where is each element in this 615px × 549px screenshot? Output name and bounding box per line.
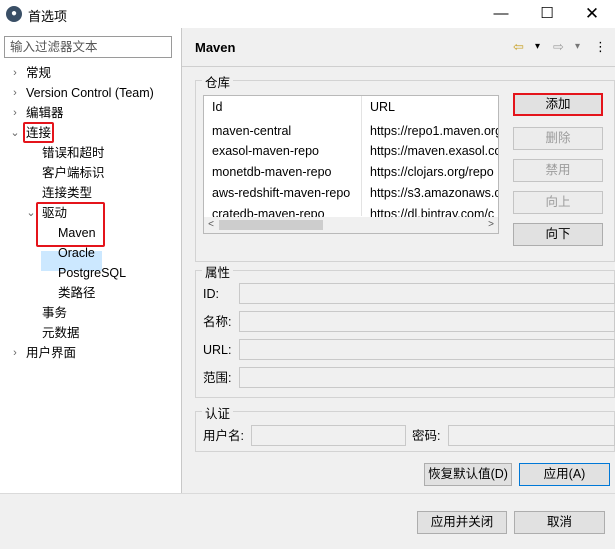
tree-item-classpath[interactable]: 类路径 (58, 283, 96, 303)
cancel-button[interactable]: 取消 (514, 511, 605, 534)
filter-input[interactable] (4, 36, 172, 58)
table-cell-id[interactable]: maven-central (212, 124, 360, 142)
add-button[interactable]: 添加 (513, 93, 603, 116)
username-field (251, 425, 406, 446)
name-field (239, 311, 615, 332)
page-title: Maven (195, 40, 236, 55)
id-field (239, 283, 615, 304)
apply-and-close-button[interactable]: 应用并关闭 (417, 511, 507, 534)
name-label: 名称: (203, 315, 232, 329)
chevron-right-icon[interactable]: › (10, 83, 20, 103)
chevron-down-icon[interactable]: ⌄ (10, 123, 20, 143)
disable-button[interactable]: 禁用 (513, 159, 603, 182)
scope-label: 范围: (203, 371, 232, 385)
table-cell-id[interactable]: aws-redshift-maven-repo (212, 186, 360, 204)
horizontal-scrollbar[interactable]: < > (204, 217, 498, 233)
back-menu-icon[interactable]: ▾ (535, 38, 540, 56)
chevron-right-icon[interactable]: › (10, 103, 20, 123)
title-bar: ● 首选项 — ☐ ✕ (0, 0, 615, 28)
tree-label: 常规 (26, 66, 52, 80)
column-divider[interactable] (361, 96, 362, 216)
move-down-button[interactable]: 向下 (513, 223, 603, 246)
scroll-thumb[interactable] (219, 220, 323, 230)
preference-page: Maven ⇦ ▾ ⇨ ▾ ⋮ 仓库 Id URL maven-central … (182, 28, 615, 493)
tree-item-postgresql[interactable]: PostgreSQL (58, 263, 126, 283)
tree-item-metadata[interactable]: 元数据 (42, 323, 80, 343)
column-header-url[interactable]: URL (370, 100, 395, 116)
back-arrow-icon[interactable]: ⇦ (513, 38, 524, 56)
chevron-right-icon[interactable]: › (10, 63, 20, 83)
table-cell-id[interactable]: monetdb-maven-repo (212, 165, 360, 183)
move-up-button[interactable]: 向上 (513, 191, 603, 214)
highlight-box (36, 202, 105, 247)
tree-item-oracle[interactable]: Oracle (58, 243, 95, 263)
column-header-id[interactable]: Id (212, 100, 222, 116)
repositories-table[interactable]: Id URL maven-central https://repo1.maven… (203, 95, 499, 234)
tree-item-transactions[interactable]: 事务 (42, 303, 67, 323)
tree-item-errors-timeouts[interactable]: 错误和超时 (42, 143, 105, 163)
remove-button[interactable]: 删除 (513, 127, 603, 150)
tree-item-client-id[interactable]: 客户端标识 (42, 163, 105, 183)
tree-label: Version Control (Team) (26, 86, 154, 100)
dialog-button-bar: 应用并关闭 取消 (0, 494, 615, 549)
table-cell-url[interactable]: https://dl.bintray.com/c (370, 207, 498, 217)
password-field (448, 425, 615, 446)
forward-menu-icon[interactable]: ▾ (575, 38, 580, 56)
chevron-right-icon[interactable]: › (10, 343, 20, 363)
restore-defaults-button[interactable]: 恢复默认值(D) (424, 463, 512, 486)
close-button[interactable]: ✕ (569, 0, 615, 28)
scroll-right-icon[interactable]: > (484, 217, 498, 233)
header-separator (182, 66, 615, 67)
repositories-label: 仓库 (202, 72, 234, 91)
id-label: ID: (203, 287, 219, 301)
tree-label: 用户界面 (26, 346, 77, 360)
url-field (239, 339, 615, 360)
table-cell-id[interactable]: exasol-maven-repo (212, 144, 360, 162)
properties-label: 属性 (202, 262, 234, 281)
authentication-label: 认证 (202, 403, 234, 422)
preferences-tree-pane: › 常规 › Version Control (Team) › 编辑器 ⌄ 连接… (0, 28, 181, 493)
chevron-down-icon[interactable]: ⌄ (26, 203, 36, 223)
table-cell-url[interactable]: https://maven.exasol.com (370, 144, 498, 162)
maximize-button[interactable]: ☐ (524, 0, 570, 28)
table-cell-url[interactable]: https://s3.amazonaws.com (370, 186, 498, 204)
highlight-box (23, 122, 54, 143)
apply-button[interactable]: 应用(A) (519, 463, 610, 486)
table-cell-url[interactable]: https://clojars.org/repo (370, 165, 498, 183)
tree-label: 编辑器 (26, 106, 64, 120)
tree-item-connection-types[interactable]: 连接类型 (42, 183, 92, 203)
password-label: 密码: (412, 429, 441, 443)
url-label: URL: (203, 343, 232, 357)
username-label: 用户名: (203, 429, 244, 443)
forward-arrow-icon[interactable]: ⇨ (553, 38, 564, 56)
app-icon: ● (6, 6, 22, 22)
more-options-icon[interactable]: ⋮ (594, 38, 607, 56)
minimize-button[interactable]: — (478, 0, 524, 28)
table-cell-url[interactable]: https://repo1.maven.org (370, 124, 498, 142)
table-cell-id[interactable]: cratedb-maven-repo (212, 207, 360, 217)
scroll-left-icon[interactable]: < (204, 217, 218, 233)
scope-field (239, 367, 615, 388)
window-title: 首选项 (28, 9, 68, 24)
